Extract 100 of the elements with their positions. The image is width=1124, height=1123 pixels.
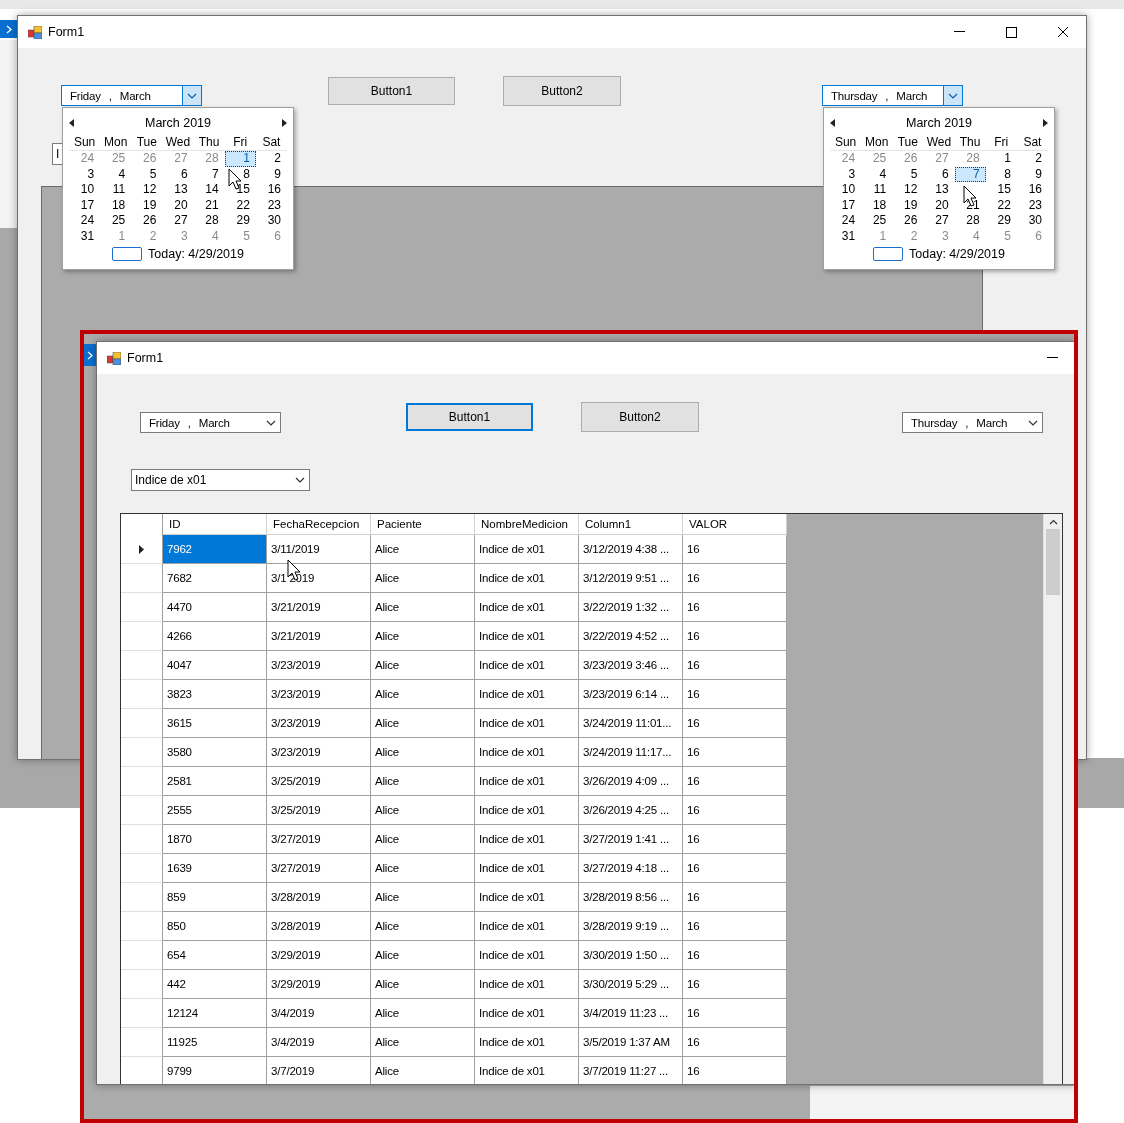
- calendar-day[interactable]: 1: [985, 151, 1017, 167]
- calendar-day[interactable]: 7: [193, 166, 225, 183]
- calendar-day[interactable]: 26: [131, 151, 163, 167]
- row-header[interactable]: [121, 535, 163, 564]
- calendar-day[interactable]: 4: [193, 228, 225, 245]
- row-header[interactable]: [121, 622, 163, 651]
- calendar-day[interactable]: 31: [830, 228, 862, 245]
- calendar-day[interactable]: 10: [69, 182, 101, 198]
- minimize-icon[interactable]: [1046, 357, 1058, 359]
- row-header[interactable]: [121, 1028, 163, 1057]
- calendar-day[interactable]: 8: [985, 166, 1017, 183]
- column-header[interactable]: Paciente: [371, 514, 475, 535]
- calendar-day[interactable]: 25: [861, 213, 893, 229]
- close-icon[interactable]: [1057, 26, 1069, 38]
- row-header[interactable]: [121, 970, 163, 999]
- row-header[interactable]: [121, 854, 163, 883]
- row-header[interactable]: [121, 651, 163, 680]
- row-header[interactable]: [121, 709, 163, 738]
- calendar-day[interactable]: 2: [1016, 151, 1048, 167]
- calendar-day[interactable]: 24: [69, 213, 101, 229]
- calendar-day[interactable]: 2: [255, 151, 287, 167]
- calendar-day[interactable]: 27: [923, 213, 955, 229]
- calendar-day[interactable]: 5: [892, 166, 924, 183]
- calendar-day[interactable]: 16: [1016, 182, 1048, 198]
- row-header[interactable]: [121, 825, 163, 854]
- button[interactable]: Button1: [406, 403, 533, 431]
- calendar-day[interactable]: 4: [954, 228, 986, 245]
- calendar-day[interactable]: 25: [100, 151, 132, 167]
- calendar-day[interactable]: 6: [1016, 228, 1048, 245]
- calendar-day[interactable]: 28: [193, 151, 225, 167]
- calendar-day[interactable]: 3: [923, 228, 955, 245]
- calendar-day[interactable]: 28: [193, 213, 225, 229]
- calendar-day[interactable]: 10: [830, 182, 862, 198]
- minimize-icon[interactable]: [953, 31, 965, 33]
- date-picker[interactable]: Thursday , March: [902, 412, 1043, 433]
- today-link[interactable]: Today: 4/29/2019: [909, 246, 1005, 261]
- calendar-day[interactable]: 16: [255, 182, 287, 198]
- calendar-day[interactable]: 9: [1016, 166, 1048, 183]
- button[interactable]: Button2: [503, 76, 621, 106]
- button[interactable]: Button1: [328, 77, 455, 105]
- calendar-day[interactable]: 8: [224, 166, 256, 183]
- calendar-day[interactable]: 23: [1016, 197, 1048, 214]
- calendar-day[interactable]: 1: [224, 151, 256, 167]
- calendar-day[interactable]: 27: [162, 213, 194, 229]
- calendar-day[interactable]: 18: [861, 197, 893, 214]
- calendar-day[interactable]: 26: [131, 213, 163, 229]
- calendar-day[interactable]: 30: [1016, 213, 1048, 229]
- row-header[interactable]: [121, 738, 163, 767]
- calendar-day[interactable]: 19: [131, 197, 163, 214]
- calendar-day[interactable]: 5: [224, 228, 256, 245]
- calendar-day[interactable]: 22: [224, 197, 256, 214]
- next-month-icon[interactable]: [282, 119, 287, 127]
- calendar-day[interactable]: 24: [830, 213, 862, 229]
- scroll-thumb[interactable]: [1046, 529, 1060, 595]
- combo-box[interactable]: Indice de x01: [131, 469, 310, 491]
- row-header[interactable]: [121, 564, 163, 593]
- row-header[interactable]: [121, 680, 163, 709]
- maximize-icon[interactable]: [1005, 26, 1017, 38]
- calendar-day[interactable]: 5: [985, 228, 1017, 245]
- calendar-day[interactable]: 28: [954, 213, 986, 229]
- row-header[interactable]: [121, 883, 163, 912]
- calendar-day[interactable]: 23: [255, 197, 287, 214]
- calendar-day[interactable]: 31: [69, 228, 101, 245]
- calendar-day[interactable]: 5: [131, 166, 163, 183]
- calendar-day[interactable]: 6: [923, 166, 955, 183]
- calendar-day[interactable]: 13: [162, 182, 194, 198]
- calendar-day[interactable]: 22: [985, 197, 1017, 214]
- column-header[interactable]: NombreMedicion: [475, 514, 579, 535]
- calendar-day[interactable]: 6: [162, 166, 194, 183]
- button[interactable]: Button2: [581, 402, 699, 432]
- calendar-day[interactable]: 19: [892, 197, 924, 214]
- side-tab[interactable]: [84, 344, 96, 366]
- row-header[interactable]: [121, 912, 163, 941]
- date-picker[interactable]: Thursday , March: [822, 85, 963, 106]
- calendar-day[interactable]: 17: [69, 197, 101, 214]
- scroll-up-icon[interactable]: [1048, 519, 1058, 525]
- row-header[interactable]: [121, 999, 163, 1028]
- calendar-day[interactable]: 3: [162, 228, 194, 245]
- calendar-day[interactable]: 29: [224, 213, 256, 229]
- calendar-day[interactable]: 30: [255, 213, 287, 229]
- calendar-day[interactable]: 6: [255, 228, 287, 245]
- calendar-day[interactable]: 29: [985, 213, 1017, 229]
- calendar-day[interactable]: 4: [100, 166, 132, 183]
- calendar-day[interactable]: 26: [892, 213, 924, 229]
- calendar-day[interactable]: 7: [954, 166, 986, 183]
- calendar-day[interactable]: 12: [892, 182, 924, 198]
- row-header[interactable]: [121, 941, 163, 970]
- calendar-day[interactable]: 3: [830, 166, 862, 183]
- calendar-day[interactable]: 11: [100, 182, 132, 198]
- calendar-day[interactable]: 14: [193, 182, 225, 198]
- calendar-day[interactable]: 20: [162, 197, 194, 214]
- calendar-day[interactable]: 20: [923, 197, 955, 214]
- calendar-day[interactable]: 21: [193, 197, 225, 214]
- calendar-day[interactable]: 11: [861, 182, 893, 198]
- today-link[interactable]: Today: 4/29/2019: [148, 246, 244, 261]
- row-header[interactable]: [121, 593, 163, 622]
- calendar-day[interactable]: 12: [131, 182, 163, 198]
- next-month-icon[interactable]: [1043, 119, 1048, 127]
- calendar-day[interactable]: 26: [892, 151, 924, 167]
- date-picker[interactable]: Friday , March: [140, 412, 281, 433]
